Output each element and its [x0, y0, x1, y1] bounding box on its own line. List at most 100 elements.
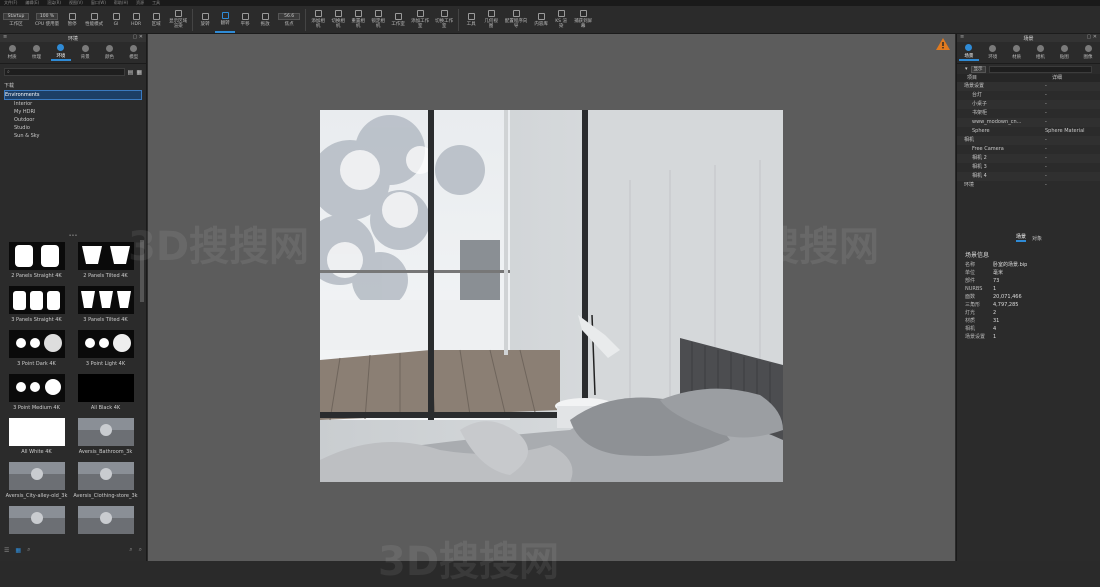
perf-button[interactable]: 性能模式 — [82, 7, 106, 33]
warning-icon[interactable] — [936, 38, 950, 50]
environment-thumbnail[interactable]: 2 Panels Straight 4K — [3, 242, 70, 286]
tools-label: 工具 — [466, 21, 476, 27]
drag-button[interactable]: 拖放 — [255, 7, 275, 33]
tree-item-environments[interactable]: Environments — [4, 90, 142, 100]
pause-button[interactable]: 暂停 — [62, 7, 82, 33]
translate-button[interactable]: 平移 — [235, 7, 255, 33]
tab-objects[interactable]: 对象 — [1032, 235, 1042, 242]
tab-color[interactable]: 颜色 — [99, 45, 119, 60]
zoom-large-icon[interactable]: ⌕ — [139, 546, 142, 554]
environment-thumbnail[interactable]: Aversis_City-alley-old_3k — [3, 462, 70, 506]
gi-button[interactable]: GI — [106, 7, 126, 33]
scene-search-input[interactable] — [988, 65, 1092, 73]
tab-backplate[interactable]: 背景 — [75, 45, 95, 60]
workspace-select[interactable]: Startup — [3, 12, 29, 20]
menu-icon[interactable]: ≡ — [3, 34, 7, 40]
grid-view-icon[interactable]: ▦ — [15, 547, 21, 554]
studio-button[interactable]: 工作室 — [388, 7, 408, 33]
menu-icon[interactable]: ≡ — [960, 34, 964, 40]
scene-tree-row[interactable]: 小桌子 - — [957, 100, 1100, 109]
filter-toggle[interactable]: 显示 — [970, 65, 986, 73]
environment-thumbnail[interactable]: 3 Panels Tilted 4K — [72, 286, 139, 330]
tab-scene[interactable]: 场景 — [958, 44, 979, 61]
add-studio-button[interactable]: 添加工作室 — [408, 7, 432, 33]
scene-info-row: 面数 20,071,466 — [965, 293, 1093, 301]
screenshot-button[interactable]: 捕获到屏幕 — [571, 7, 595, 33]
tab-image[interactable]: 图像 — [1078, 45, 1098, 60]
toolbar-divider — [192, 8, 194, 31]
scene-tree-row[interactable]: 相机 2 - — [957, 154, 1100, 163]
lock-camera-button[interactable]: 锁定相机 — [368, 7, 388, 33]
tab-material[interactable]: 材质 — [2, 45, 22, 60]
reset-camera-button[interactable]: 重置相机 — [348, 7, 368, 33]
environment-thumbnail[interactable]: 3 Point Light 4K — [72, 330, 139, 374]
ks-render-button[interactable]: KS 渲染 — [551, 7, 571, 33]
zoom-small-icon[interactable]: ⌕ — [129, 546, 132, 554]
folder-icon[interactable]: ▤ — [128, 69, 134, 76]
tab-label: 环境 — [988, 55, 998, 60]
environment-thumbnail[interactable]: All Black 4K — [72, 374, 139, 418]
scene-tree-row[interactable]: Sphere Sphere Material — [957, 127, 1100, 136]
panel-controls[interactable]: ▢ ✕ — [132, 34, 143, 40]
filter-icon[interactable]: ▾ — [965, 66, 968, 72]
tree-item[interactable]: My HDRI — [4, 108, 142, 116]
environment-thumbnail[interactable]: 3 Point Dark 4K — [3, 330, 70, 374]
panel-controls[interactable]: ▢ ✕ — [1086, 34, 1097, 40]
tab-camera[interactable]: 相机 — [1030, 45, 1050, 60]
scene-tree-row[interactable]: 相机 - — [957, 136, 1100, 145]
tab-environment[interactable]: 环境 — [50, 44, 71, 61]
watermark: 3D搜搜网 — [378, 539, 560, 585]
scene-tree-row[interactable]: 台灯 - — [957, 91, 1100, 100]
scene-tree-row[interactable]: 场景设置 - — [957, 82, 1100, 91]
camera-icon — [1036, 45, 1044, 52]
configurator-button[interactable]: 配置程序向导 — [501, 7, 531, 33]
scene-item-name: 小桌子 — [972, 101, 988, 107]
geometry-button[interactable]: 几何视图 — [481, 7, 501, 33]
environment-thumbnail[interactable]: Aversis_Clothing-store_3k — [72, 462, 139, 506]
search-icon[interactable]: ⌕ — [27, 546, 30, 554]
scene-tree-row[interactable]: 环境 - — [957, 181, 1100, 190]
hdr-button[interactable]: HDR — [126, 7, 146, 33]
environment-thumbnail[interactable]: All White 4K — [3, 418, 70, 462]
tree-item[interactable]: Interior — [4, 100, 142, 108]
info-key: NURBS — [965, 286, 983, 292]
tab-texture[interactable]: 贴图 — [1054, 45, 1074, 60]
tree-item[interactable]: Sun & Sky — [4, 132, 142, 140]
environment-thumbnail[interactable]: Aversis_Bathroom_3k — [72, 418, 139, 462]
tree-item[interactable]: Studio — [4, 124, 142, 132]
thumbnail-label: All White 4K — [21, 449, 52, 455]
switch-camera-button[interactable]: 切换相机 — [328, 7, 348, 33]
fov-input[interactable]: 56.6 — [278, 12, 301, 20]
render-viewport[interactable]: 3D搜搜网 3D搜搜网 3D搜搜网 — [128, 34, 955, 585]
list-view-icon[interactable]: ☰ — [4, 547, 9, 554]
tab-environment[interactable]: 环境 — [983, 45, 1003, 60]
tab-scene-tree[interactable]: 场景 — [1015, 233, 1026, 242]
region-button[interactable]: 区域 — [146, 7, 166, 33]
grid-view-icon[interactable]: ▦ — [136, 69, 142, 76]
rotate-button[interactable]: 旋转 — [195, 7, 215, 33]
add-camera-button[interactable]: 添加相机 — [308, 7, 328, 33]
geometry-label: 几何视图 — [484, 19, 498, 29]
tree-item[interactable]: Outdoor — [4, 116, 142, 124]
splitter-handle[interactable]: ••• — [0, 234, 146, 239]
scene-tree-row[interactable]: Free Camera - — [957, 145, 1100, 154]
scene-tree-row[interactable]: 相机 3 - — [957, 163, 1100, 172]
scene-tree-row[interactable]: 书架柜 - — [957, 109, 1100, 118]
tools-button[interactable]: 工具 — [461, 7, 481, 33]
rotate-view-button[interactable]: 翻转 — [215, 7, 236, 33]
tab-material[interactable]: 材质 — [1007, 45, 1027, 60]
environment-thumbnail[interactable]: 3 Point Medium 4K — [3, 374, 70, 418]
environment-thumbnail[interactable]: 3 Panels Straight 4K — [3, 286, 70, 330]
switch-studio-button[interactable]: 切换工作室 — [432, 7, 456, 33]
pause-label: 暂停 — [67, 21, 77, 27]
scene-tree-row[interactable]: www_modown_cn... - — [957, 118, 1100, 127]
region-render-button[interactable]: 显示区域渲染 — [166, 7, 190, 33]
tab-texture[interactable]: 纹理 — [26, 45, 46, 60]
content-library-button[interactable]: 内容库 — [531, 7, 551, 33]
library-search-input[interactable]: ⌕ — [4, 68, 125, 76]
geometry-icon — [487, 10, 495, 17]
quality-input[interactable]: 100 % — [36, 12, 59, 20]
tab-model[interactable]: 模型 — [124, 45, 144, 60]
scene-tree-row[interactable]: 相机 4 - — [957, 172, 1100, 181]
tree-root[interactable]: 下载 — [4, 82, 142, 90]
